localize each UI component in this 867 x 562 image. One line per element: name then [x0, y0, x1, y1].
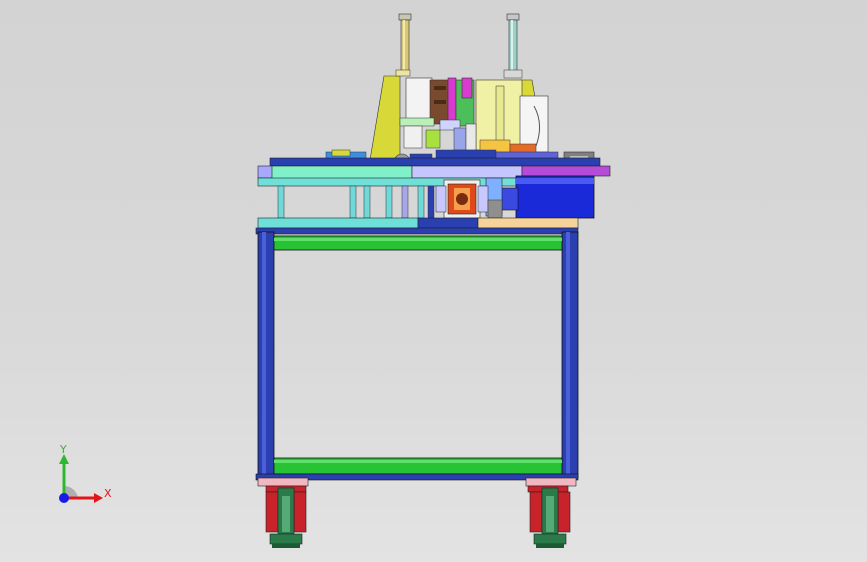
x-axis-label: X [104, 487, 112, 500]
main-frame [255, 231, 579, 481]
center-gearbox [435, 179, 489, 219]
y-axis-label: Y [59, 443, 67, 456]
right-cylinder [506, 13, 520, 73]
table-top [255, 217, 579, 235]
right-foot [525, 477, 577, 548]
machine-model[interactable] [0, 0, 867, 562]
x-axis-arrow-head [94, 493, 103, 503]
left-cylinder [398, 13, 412, 73]
axis-triad[interactable]: Y X [40, 440, 120, 520]
upper-assembly [325, 69, 595, 171]
z-axis-dot [59, 493, 69, 503]
left-foot [257, 477, 309, 548]
cad-viewport[interactable]: Y X [0, 0, 867, 562]
